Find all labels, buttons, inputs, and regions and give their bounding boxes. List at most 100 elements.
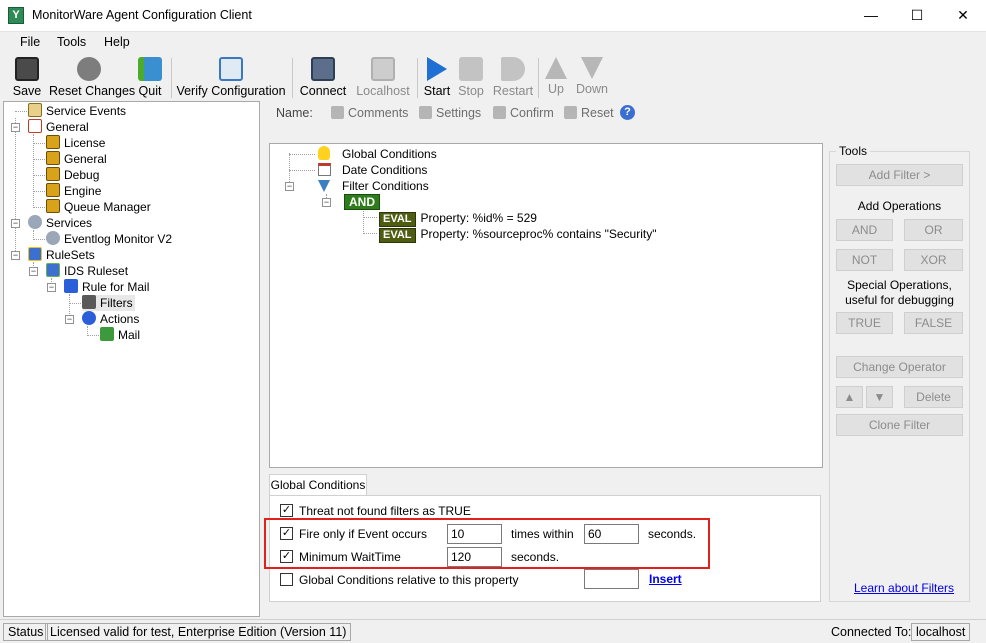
- xor-button[interactable]: XOR: [904, 249, 963, 271]
- calendar-icon: [318, 163, 331, 176]
- tree-item-queue-manager[interactable]: Queue Manager: [46, 199, 151, 215]
- move-up-icon[interactable]: ▲: [836, 386, 863, 408]
- shield-icon: [46, 135, 60, 149]
- treat-not-found-label: Threat not found filters as TRUE: [299, 504, 471, 518]
- date-conditions-node[interactable]: Date Conditions: [318, 162, 427, 178]
- settings-button[interactable]: Settings: [419, 106, 481, 120]
- tree-item-rulesets[interactable]: RuleSets: [28, 247, 95, 263]
- filter-conditions-tree: − − Global Conditions Date Conditions Fi…: [269, 143, 823, 468]
- maximize-button[interactable]: ☐: [894, 0, 940, 32]
- true-button[interactable]: TRUE: [836, 312, 893, 334]
- not-button[interactable]: NOT: [836, 249, 893, 271]
- insert-link[interactable]: Insert: [649, 572, 682, 586]
- change-operator-button[interactable]: Change Operator: [836, 356, 963, 378]
- tree-item-ids-ruleset[interactable]: IDS Ruleset: [46, 263, 128, 279]
- tree-item-license[interactable]: License: [46, 135, 105, 151]
- configuration-tree: − − − − − − Service Events General Licen…: [3, 101, 260, 617]
- collapse-toggle[interactable]: −: [285, 182, 294, 191]
- reset-gears-icon: [77, 57, 101, 81]
- toolbar-separator: [417, 58, 418, 98]
- reset-button[interactable]: Reset: [564, 106, 614, 120]
- clone-filter-button[interactable]: Clone Filter: [836, 414, 963, 436]
- verify-configuration-button[interactable]: Verify Configuration: [176, 56, 286, 100]
- server-connect-icon: [311, 57, 335, 81]
- stop-icon: [459, 57, 483, 81]
- treat-not-found-checkbox[interactable]: ✓: [280, 504, 293, 517]
- special-operations-label: Special Operations, useful for debugging: [845, 278, 954, 307]
- menu-help[interactable]: Help: [104, 35, 130, 49]
- tree-item-actions[interactable]: Actions: [82, 311, 139, 327]
- tree-item-general[interactable]: General: [28, 119, 89, 135]
- settings-icon: [419, 106, 432, 119]
- save-button[interactable]: Save: [11, 56, 43, 100]
- status-bar: Status Licensed valid for test, Enterpri…: [0, 619, 986, 643]
- quit-button[interactable]: Quit: [134, 56, 166, 100]
- and-operator-node[interactable]: AND: [344, 194, 380, 210]
- collapse-toggle[interactable]: −: [11, 219, 20, 228]
- filter-toolbar: Name: Comments Settings Confirm Reset ?: [268, 101, 986, 125]
- eval-condition-node[interactable]: EVAL Property: %id% = 529: [379, 210, 537, 227]
- relative-property-checkbox[interactable]: [280, 573, 293, 586]
- false-button[interactable]: FALSE: [904, 312, 963, 334]
- menu-tools[interactable]: Tools: [57, 35, 86, 49]
- reset-changes-button[interactable]: Reset Changes: [49, 56, 135, 100]
- delete-button[interactable]: Delete: [904, 386, 963, 408]
- tree-item-eventlog-monitor[interactable]: Eventlog Monitor V2: [46, 231, 172, 247]
- and-button[interactable]: AND: [836, 219, 893, 241]
- relative-property-input[interactable]: [584, 569, 639, 589]
- or-button[interactable]: OR: [904, 219, 963, 241]
- collapse-toggle[interactable]: −: [11, 251, 20, 260]
- collapse-toggle[interactable]: −: [11, 123, 20, 132]
- up-button[interactable]: Up: [542, 56, 570, 100]
- license-status: Licensed valid for test, Enterprise Edit…: [45, 623, 352, 641]
- shield-icon: [46, 151, 60, 165]
- collapse-toggle[interactable]: −: [65, 315, 74, 324]
- gear-icon: [46, 231, 60, 245]
- add-filter-button[interactable]: Add Filter >: [836, 164, 963, 186]
- tools-title: Tools: [836, 144, 871, 158]
- tab-global-conditions[interactable]: Global Conditions: [269, 474, 367, 496]
- tree-item-mail[interactable]: Mail: [100, 327, 140, 343]
- tree-item-services[interactable]: Services: [28, 215, 92, 231]
- collapse-toggle[interactable]: −: [29, 267, 38, 276]
- connect-button[interactable]: Connect: [298, 56, 348, 100]
- stop-button[interactable]: Stop: [456, 56, 486, 100]
- confirm-button[interactable]: Confirm: [493, 106, 554, 120]
- reset-icon: [564, 106, 577, 119]
- menu-bar: File Tools Help: [0, 32, 986, 53]
- collapse-toggle[interactable]: −: [47, 283, 56, 292]
- minimize-button[interactable]: —: [848, 0, 894, 32]
- global-conditions-node[interactable]: Global Conditions: [318, 146, 437, 162]
- move-down-icon[interactable]: ▼: [866, 386, 893, 408]
- tree-item-rule-for-mail[interactable]: Rule for Mail: [64, 279, 149, 295]
- comments-button[interactable]: Comments: [331, 106, 408, 120]
- play-icon: [427, 57, 447, 81]
- restart-button[interactable]: Restart: [492, 56, 534, 100]
- toolbar-separator: [292, 58, 293, 98]
- help-icon[interactable]: ?: [620, 105, 635, 120]
- tree-item-general-sub[interactable]: General: [46, 151, 107, 167]
- collapse-toggle[interactable]: −: [322, 198, 331, 207]
- magnifier-document-icon: [219, 57, 243, 81]
- shield-icon: [46, 199, 60, 213]
- close-button[interactable]: ✕: [940, 0, 986, 32]
- down-button[interactable]: Down: [574, 56, 610, 100]
- menu-file[interactable]: File: [20, 35, 40, 49]
- checklist-icon: [28, 103, 42, 117]
- tree-item-engine[interactable]: Engine: [46, 183, 101, 199]
- arrow-up-icon: [545, 57, 567, 79]
- tree-item-debug[interactable]: Debug: [46, 167, 99, 183]
- tree-item-filters[interactable]: Filters: [82, 295, 135, 311]
- checkbox-red-icon: [28, 119, 42, 133]
- filter-conditions-node[interactable]: Filter Conditions: [318, 178, 429, 194]
- tree-item-service-events[interactable]: Service Events: [28, 103, 126, 119]
- toolbar-separator: [538, 58, 539, 98]
- learn-about-filters-link[interactable]: Learn about Filters: [854, 581, 954, 595]
- funnel-icon: [318, 180, 330, 192]
- localhost-button[interactable]: Localhost: [354, 56, 412, 100]
- start-button[interactable]: Start: [422, 56, 452, 100]
- arrow-down-icon: [581, 57, 603, 79]
- exit-door-icon: [138, 57, 162, 81]
- eval-condition-node[interactable]: EVAL Property: %sourceproc% contains "Sec…: [379, 226, 656, 243]
- relative-property-label: Global Conditions relative to this prope…: [299, 573, 519, 587]
